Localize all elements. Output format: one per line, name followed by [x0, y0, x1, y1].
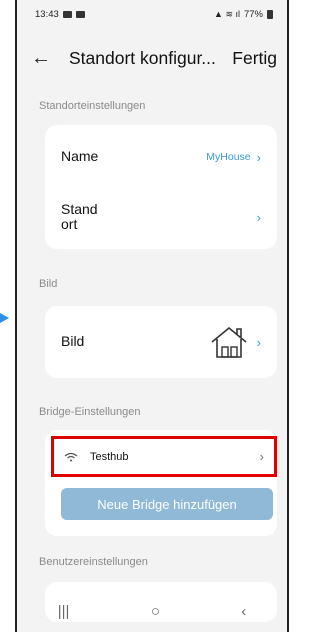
image-row[interactable]: Bild ›: [45, 306, 277, 378]
chevron-right-icon: ›: [256, 334, 261, 350]
battery-level: 77%: [243, 8, 263, 20]
name-label: Name: [61, 148, 99, 165]
chevron-right-icon: ›: [256, 149, 261, 165]
recent-apps-icon[interactable]: |||: [58, 603, 70, 620]
place-label: Stand ort: [61, 200, 98, 232]
section-location-header: Standorteinstellungen: [39, 100, 146, 112]
bridge-name: Testhub: [90, 450, 129, 463]
back-nav-icon[interactable]: ‹: [241, 603, 246, 620]
section-bridge-header: Bridge-Einstellungen: [39, 406, 141, 418]
notification-icon: [62, 10, 72, 18]
home-icon[interactable]: ○: [151, 603, 160, 620]
name-value: MyHouse: [206, 151, 251, 163]
add-bridge-button[interactable]: Neue Bridge hinzufügen: [61, 488, 273, 520]
battery-icon: [267, 9, 273, 19]
image-label: Bild: [61, 333, 85, 350]
phone-screen: 13:43 ▲ ≋ ıl 77% ← Standort konfigur... …: [15, 0, 289, 632]
wifi-icon: [64, 452, 78, 461]
section-user-header: Benutzereinstellungen: [39, 556, 148, 568]
mail-icon: [75, 10, 85, 18]
place-row[interactable]: Stand ort ›: [45, 195, 277, 239]
pointer-arrow-icon: [0, 313, 9, 323]
back-arrow-icon[interactable]: ←: [31, 47, 57, 70]
status-time: 13:43: [35, 8, 59, 20]
name-row[interactable]: Name MyHouse ›: [45, 137, 277, 177]
page-title: Standort konfigur...: [69, 47, 216, 68]
app-header: ← Standort konfigur... Fertig: [17, 36, 287, 80]
chevron-right-icon: ›: [259, 449, 264, 464]
system-nav-bar: ||| ○ ‹: [17, 590, 287, 632]
bridge-item-testhub[interactable]: Testhub ›: [51, 436, 277, 477]
status-bar: 13:43 ▲ ≋ ıl 77%: [17, 0, 287, 28]
house-icon: [211, 326, 247, 358]
location-card: Name MyHouse › Stand ort ›: [45, 125, 277, 249]
chevron-right-icon: ›: [256, 209, 261, 225]
signal-icon: ▲ ≋ ıl: [214, 8, 240, 19]
image-card: Bild ›: [45, 306, 277, 378]
done-button[interactable]: Fertig: [232, 48, 277, 69]
section-image-header: Bild: [39, 278, 58, 290]
